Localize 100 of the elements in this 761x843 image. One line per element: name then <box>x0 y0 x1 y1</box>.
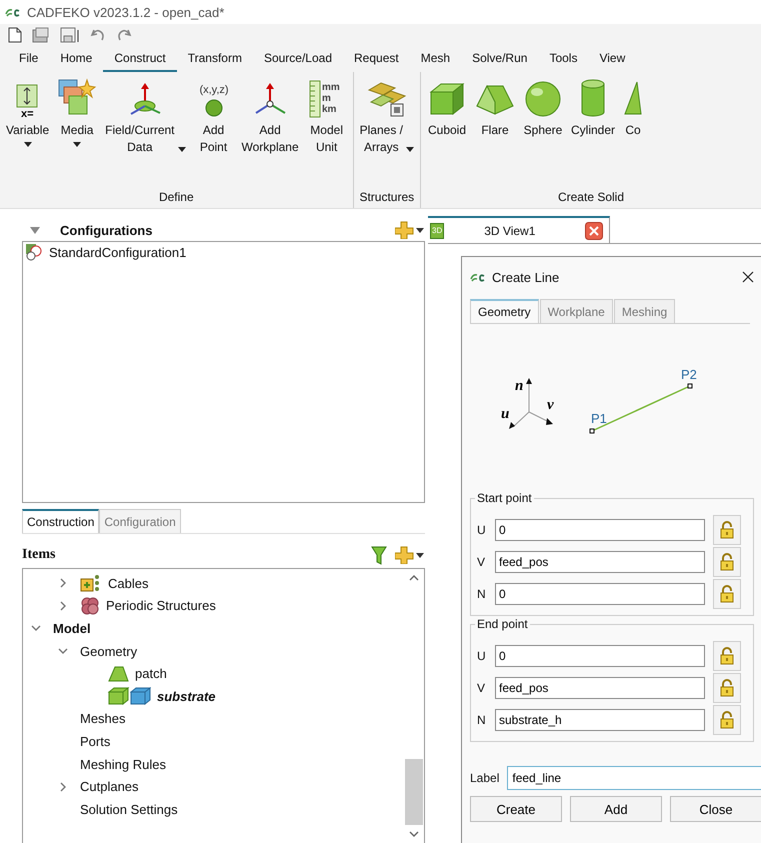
axis-label: N <box>477 587 487 601</box>
save-icon[interactable] <box>60 27 80 43</box>
chevron-right-icon[interactable] <box>58 782 68 792</box>
filter-icon[interactable] <box>371 545 387 565</box>
panel-tab[interactable]: Configuration <box>99 509 181 533</box>
close-icon[interactable] <box>742 271 754 283</box>
patch-icon <box>107 664 129 683</box>
lock-button[interactable] <box>713 547 741 577</box>
ribbon-button[interactable]: Planes / Arrays <box>356 74 418 190</box>
close-icon[interactable] <box>585 222 603 240</box>
input-field[interactable]: substrate_h <box>495 709 705 731</box>
ribbon-group-label: Create Solid <box>556 190 626 204</box>
chevron-right-icon[interactable] <box>58 600 68 611</box>
tree-item[interactable]: substrate <box>157 688 216 704</box>
window-title: CADFEKO v2023.1.2 - open_cad* <box>27 4 224 20</box>
group-title: Start point <box>475 491 534 505</box>
lock-button[interactable] <box>713 515 741 545</box>
configuration-icon <box>25 243 43 261</box>
input-field[interactable]: 0 <box>495 519 705 541</box>
configuration-item[interactable]: StandardConfiguration1 <box>49 244 186 260</box>
collapse-triangle-icon[interactable] <box>30 226 40 234</box>
ribbon-button[interactable]: Field/Current Data <box>101 74 190 190</box>
ribbon-group-label: Define <box>158 190 195 204</box>
ribbon-button[interactable]: Sphere <box>519 74 567 190</box>
new-file-icon[interactable] <box>8 27 22 43</box>
ribbon-button[interactable]: Media <box>53 74 102 190</box>
ribbon-tab[interactable]: Home <box>49 46 104 72</box>
chevron-right-icon[interactable] <box>58 578 68 588</box>
tree-item[interactable]: Cutplanes <box>80 779 139 794</box>
dialog-button[interactable]: Close <box>670 796 761 822</box>
app-logo-icon <box>5 6 21 18</box>
add-dropdown-icon[interactable] <box>395 221 425 239</box>
lock-button[interactable] <box>713 673 741 703</box>
line-diagram-drawing: n v u P1 P2 <box>485 352 725 462</box>
label-input-field[interactable]: feed_line <box>507 766 761 790</box>
axis-label: V <box>477 681 486 695</box>
ribbon-button[interactable]: (x,y,z) Add Point <box>190 74 238 190</box>
dialog-tab[interactable]: Workplane <box>540 299 613 323</box>
ribbon-button[interactable]: Co <box>619 74 648 190</box>
scroll-up-icon[interactable] <box>409 575 419 581</box>
ribbon-button[interactable]: mm m km Model Unit <box>302 74 351 190</box>
ribbon-tab[interactable]: Tools <box>538 46 588 72</box>
ribbon-tab[interactable]: View <box>588 46 636 72</box>
ribbon-button[interactable]: x= Variable <box>2 74 54 190</box>
undo-icon[interactable] <box>90 27 106 43</box>
tree-item[interactable]: Geometry <box>80 644 138 659</box>
ribbon-tab[interactable]: Source/Load <box>252 46 344 72</box>
axis-label: U <box>477 649 487 663</box>
tree-item[interactable]: Cables <box>108 576 148 591</box>
panel-title: Configurations <box>60 222 152 238</box>
ribbon-tab[interactable]: Mesh <box>410 46 462 72</box>
scroll-thumb[interactable] <box>405 759 423 825</box>
tree-item[interactable]: Periodic Structures <box>106 598 216 614</box>
input-field[interactable]: feed_pos <box>495 677 705 699</box>
chevron-down-icon[interactable] <box>58 646 68 656</box>
redo-icon[interactable] <box>116 27 132 43</box>
tree-item[interactable]: Solution Settings <box>80 802 178 817</box>
ribbon-tab[interactable]: Request <box>343 46 410 72</box>
dialog-title: Create Line <box>492 270 560 284</box>
input-field[interactable]: feed_pos <box>495 551 705 573</box>
add-dropdown-icon[interactable] <box>395 546 425 564</box>
ribbon-button[interactable]: Cuboid <box>423 74 471 190</box>
axis-label: V <box>477 555 486 569</box>
cables-icon <box>80 574 102 592</box>
ribbon-group-label: Structures <box>358 190 416 204</box>
ribbon-tab[interactable]: Solve/Run <box>461 46 538 72</box>
field-label: Label <box>470 771 500 785</box>
view-tab[interactable]: 3D 3D View1 <box>428 216 610 243</box>
ribbon-button[interactable]: Flare <box>471 74 519 190</box>
chevron-down-icon[interactable] <box>31 623 41 634</box>
lock-button[interactable] <box>713 641 741 671</box>
dialog-button[interactable]: Add <box>570 796 662 822</box>
sphere-icon <box>523 80 563 118</box>
dialog-tab[interactable]: Meshing <box>614 299 676 323</box>
open-file-icon[interactable] <box>32 27 50 43</box>
cuboid-icon <box>427 80 467 118</box>
panel-tab[interactable]: Construction <box>22 509 100 533</box>
tree-item[interactable]: Meshes <box>80 711 126 726</box>
ribbon-button[interactable]: Cylinder <box>567 74 620 190</box>
ribbon-tab[interactable]: Transform <box>176 46 253 72</box>
lock-button[interactable] <box>713 579 741 609</box>
scroll-down-icon[interactable] <box>409 831 419 837</box>
ribbon-tab[interactable]: File <box>8 46 50 72</box>
ribbon-button[interactable]: Add Workplane <box>238 74 303 190</box>
app-logo-icon <box>470 271 486 283</box>
tree-item[interactable]: patch <box>135 666 167 682</box>
input-field[interactable]: 0 <box>495 583 705 605</box>
periodic-structure-icon <box>80 596 100 616</box>
tree-item[interactable]: Ports <box>80 734 110 749</box>
cube-3d-icon: 3D <box>430 222 444 238</box>
lock-button[interactable] <box>713 705 741 735</box>
axis-label: N <box>477 713 487 727</box>
axis-label: U <box>477 523 487 537</box>
group-title: End point <box>475 617 530 631</box>
dialog-tab[interactable]: Geometry <box>470 299 539 323</box>
dialog-button[interactable]: Create <box>470 796 562 822</box>
solids-icon <box>107 687 151 706</box>
tree-item[interactable]: Model <box>53 620 91 636</box>
tree-item[interactable]: Meshing Rules <box>80 756 166 772</box>
input-field[interactable]: 0 <box>495 645 705 667</box>
